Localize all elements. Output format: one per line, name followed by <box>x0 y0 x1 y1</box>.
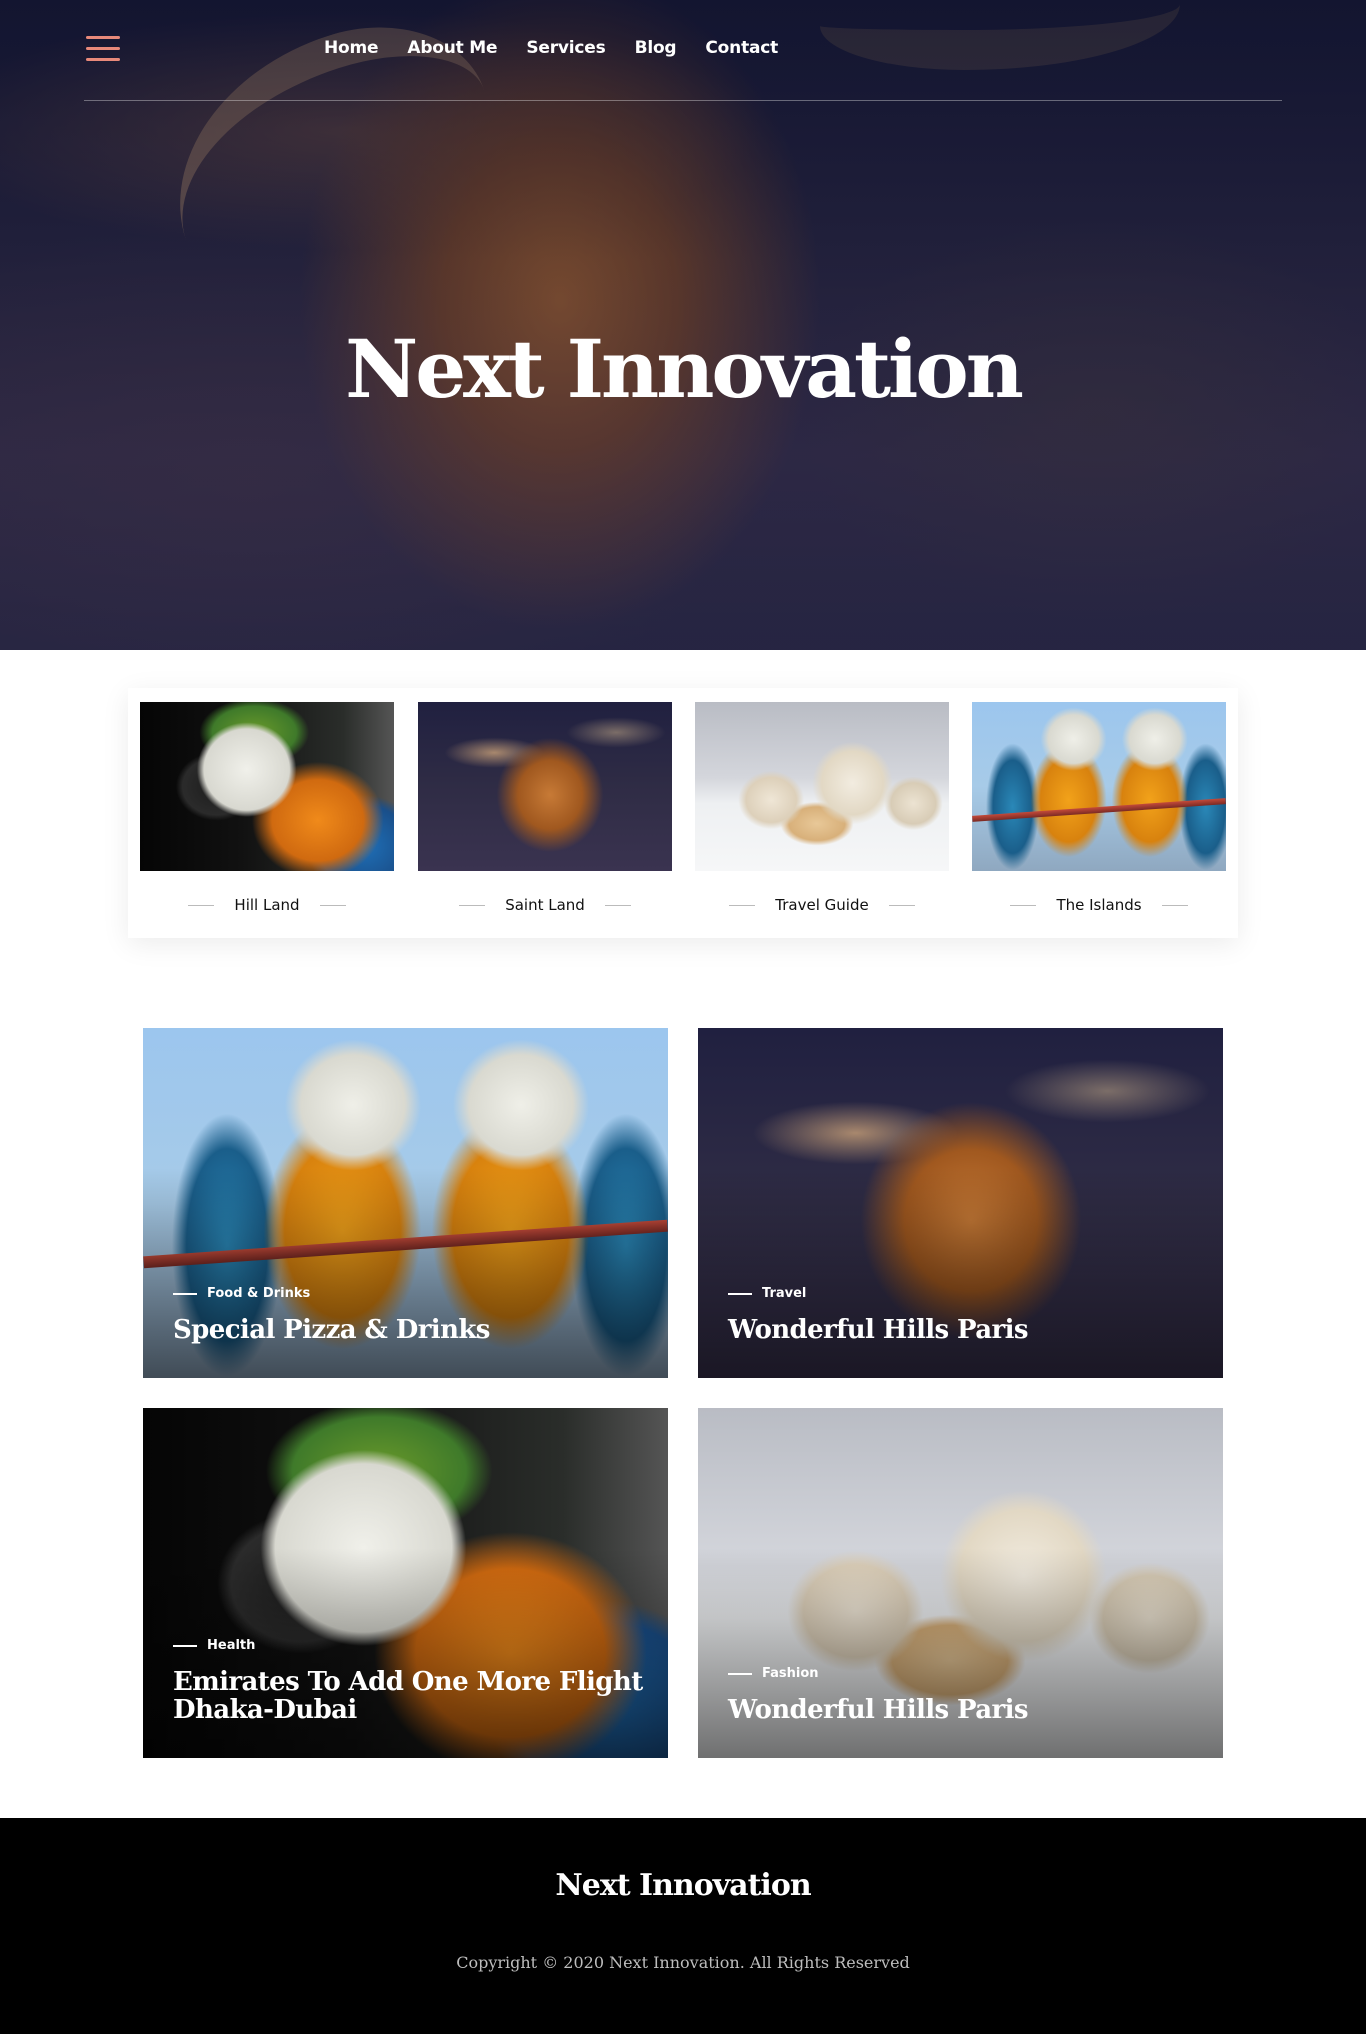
label-dash <box>1161 904 1188 906</box>
category-label[interactable]: Hill Land <box>234 896 299 914</box>
category-dash <box>173 1292 197 1295</box>
polar-bears-photo <box>695 702 949 871</box>
post-category[interactable]: Fashion <box>728 1666 819 1681</box>
post-card-fashion[interactable]: Fashion Wonderful Hills Paris <box>698 1408 1223 1758</box>
main-nav: Home About Me Services Blog Contact <box>324 38 778 58</box>
hero-title: Next Innovation <box>345 322 1024 416</box>
post-card-travel[interactable]: Travel Wonderful Hills Paris <box>698 1028 1223 1378</box>
post-title[interactable]: Wonderful Hills Paris <box>728 1696 1198 1724</box>
post-category-label[interactable]: Travel <box>762 1286 806 1301</box>
category-card-the-islands[interactable]: The Islands <box>972 702 1226 924</box>
post-category-label[interactable]: Food & Drinks <box>207 1286 310 1301</box>
category-strip: Hill Land Saint Land Travel Guide The Is… <box>128 688 1238 938</box>
nav-divider <box>84 100 1282 101</box>
category-card-travel-guide[interactable]: Travel Guide <box>695 702 949 924</box>
site-footer: Next Innovation Copyright © 2020 Next In… <box>0 1818 1366 2034</box>
category-image[interactable] <box>418 702 672 871</box>
nav-services[interactable]: Services <box>526 38 605 58</box>
category-label-row: Saint Land <box>418 896 672 914</box>
category-dash <box>728 1672 752 1675</box>
post-category-label[interactable]: Fashion <box>762 1666 819 1681</box>
menu-bar <box>86 36 120 39</box>
category-dash <box>173 1644 197 1647</box>
category-card-saint-land[interactable]: Saint Land <box>418 702 672 924</box>
category-label-row: Hill Land <box>140 896 394 914</box>
label-dash <box>604 904 631 906</box>
category-label-row: The Islands <box>972 896 1226 914</box>
post-title[interactable]: Special Pizza & Drinks <box>173 1316 643 1344</box>
category-label[interactable]: The Islands <box>1056 896 1141 914</box>
nav-home[interactable]: Home <box>324 38 379 58</box>
label-dash <box>188 904 215 906</box>
post-title[interactable]: Emirates To Add One More Flight Dhaka-Du… <box>173 1668 643 1724</box>
category-label-row: Travel Guide <box>695 896 949 914</box>
footer-brand[interactable]: Next Innovation <box>0 1868 1366 1903</box>
footer-copyright: Copyright © 2020 Next Innovation. All Ri… <box>456 1953 910 1972</box>
category-image[interactable] <box>695 702 949 871</box>
nav-blog[interactable]: Blog <box>635 38 677 58</box>
nav-contact[interactable]: Contact <box>705 38 778 58</box>
label-dash <box>459 904 486 906</box>
label-dash <box>1010 904 1037 906</box>
label-dash <box>888 904 915 906</box>
nav-about-me[interactable]: About Me <box>407 38 497 58</box>
category-label[interactable]: Travel Guide <box>775 896 868 914</box>
label-dash <box>319 904 346 906</box>
menu-bar <box>86 47 120 50</box>
menu-bar <box>86 58 120 61</box>
label-dash <box>729 904 756 906</box>
hamburger-menu-icon[interactable] <box>86 36 120 62</box>
category-image[interactable] <box>972 702 1226 871</box>
macaw-photo <box>140 702 394 871</box>
highland-cow-photo <box>418 702 672 871</box>
post-category[interactable]: Health <box>173 1638 255 1653</box>
post-category[interactable]: Food & Drinks <box>173 1286 310 1301</box>
category-card-hill-land[interactable]: Hill Land <box>140 702 394 924</box>
macaw-pair-photo <box>972 702 1226 871</box>
hero-banner: Home About Me Services Blog Contact Next… <box>0 0 1366 650</box>
post-title[interactable]: Wonderful Hills Paris <box>728 1316 1198 1344</box>
category-dash <box>728 1292 752 1295</box>
post-category-label[interactable]: Health <box>207 1638 255 1653</box>
category-image[interactable] <box>140 702 394 871</box>
category-label[interactable]: Saint Land <box>505 896 585 914</box>
post-category[interactable]: Travel <box>728 1286 806 1301</box>
post-card-food-drinks[interactable]: Food & Drinks Special Pizza & Drinks <box>143 1028 668 1378</box>
post-card-health[interactable]: Health Emirates To Add One More Flight D… <box>143 1408 668 1758</box>
